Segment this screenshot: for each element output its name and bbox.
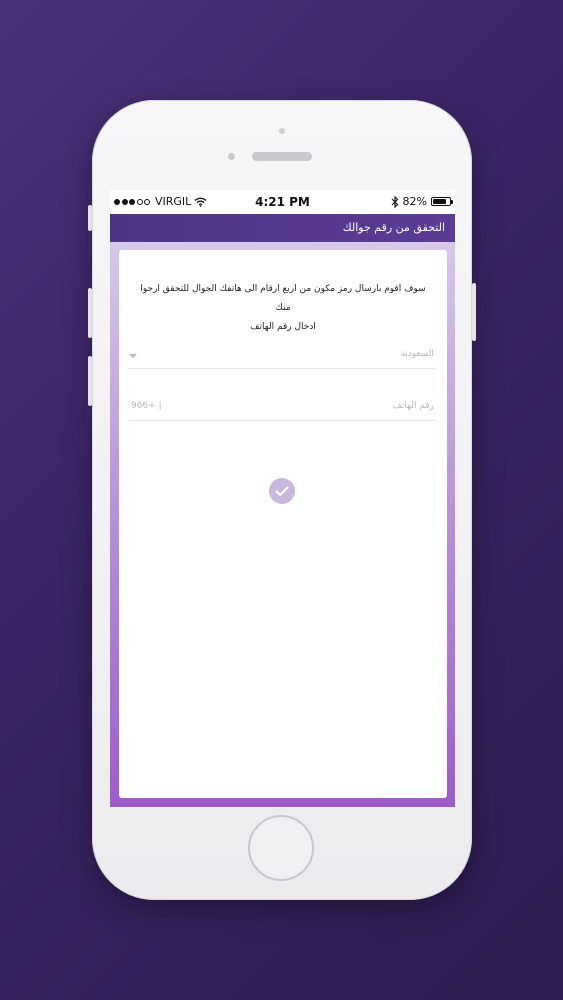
country-select[interactable]: السعودية [129, 342, 436, 369]
battery-icon [431, 197, 453, 206]
instruction-line-2: ادخال رقم الهاتف [250, 322, 316, 332]
country-select-value: السعودية [400, 349, 434, 359]
bluetooth-icon [391, 195, 398, 208]
battery-fill [433, 199, 447, 204]
status-bar: VIRGIL 4:21 PM 82% [110, 190, 455, 214]
volume-down-button [88, 356, 92, 406]
confirm-button[interactable] [269, 478, 295, 504]
instruction-line-1: سوف اقوم بارسال رمز مكون من اربع ارقام ا… [140, 284, 426, 313]
proximity-sensor [279, 128, 285, 134]
page-title: التحقق من رقم جوالك [342, 221, 445, 234]
phone-screen: VIRGIL 4:21 PM 82% التحقق من رقم جوالك س… [110, 190, 455, 807]
earpiece-speaker [252, 152, 312, 161]
phone-prefix: 966+ | [131, 401, 162, 411]
phone-number-input[interactable]: 966+ | رقم الهاتف [129, 394, 436, 421]
mute-switch [88, 205, 92, 231]
status-right: 82% [391, 195, 453, 208]
instruction-text: سوف اقوم بارسال رمز مكون من اربع ارقام ا… [139, 280, 427, 337]
battery-tip [451, 200, 453, 204]
battery-percentage: 82% [402, 195, 427, 208]
phone-placeholder: رقم الهاتف [392, 401, 434, 411]
chevron-down-icon [129, 354, 137, 358]
checkmark-icon [275, 486, 289, 496]
front-camera [228, 153, 235, 160]
home-button[interactable] [248, 815, 314, 881]
volume-up-button [88, 288, 92, 338]
phone-device: VIRGIL 4:21 PM 82% التحقق من رقم جوالك س… [88, 100, 476, 900]
verification-card: سوف اقوم بارسال رمز مكون من اربع ارقام ا… [119, 250, 447, 798]
power-button [472, 283, 476, 341]
navigation-bar: التحقق من رقم جوالك [110, 214, 455, 242]
